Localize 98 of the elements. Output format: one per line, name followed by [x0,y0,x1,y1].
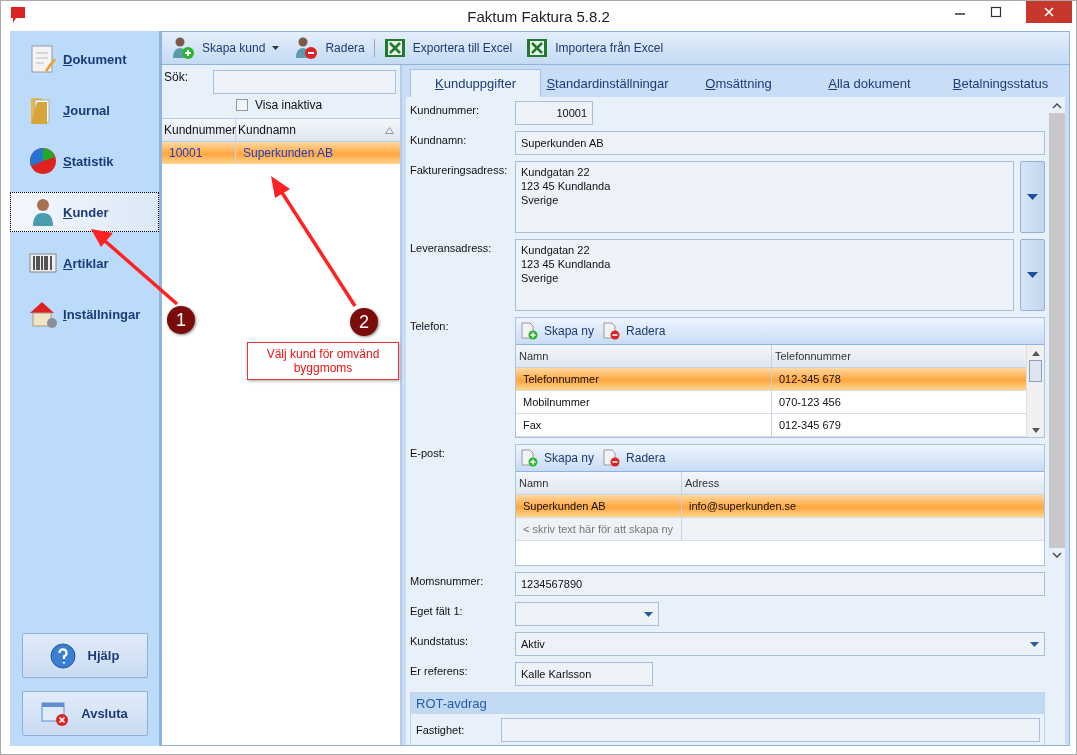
help-button[interactable]: Hjälp [21,633,148,678]
delete-button[interactable]: Radera [602,449,666,467]
tab[interactable]: Standardinställningar [543,70,672,97]
field-label: Kundnamn: [410,133,468,146]
column-header[interactable]: Adress [682,472,1044,494]
input-field[interactable]: 10001 [515,101,593,125]
checkbox-label: Visa inaktiva [255,98,323,112]
field-label: Fastighet: [416,724,466,736]
scroll-up-icon[interactable] [1031,351,1040,356]
delete-button[interactable]: Radera [289,34,370,62]
column-header[interactable]: Kundnummer [162,119,236,141]
spreadsheet-icon [383,38,406,58]
section-title: ROT-avdrag [411,693,1044,714]
table-cell: Superkunden AB [516,495,682,517]
table-cell: Telefonnummer [516,368,772,390]
scrollbar[interactable] [1026,345,1044,437]
scroll-thumb[interactable] [1049,113,1065,548]
excel-button[interactable]: Importera från Excel [521,36,669,60]
spreadsheet-icon [526,38,549,58]
column-header[interactable]: Kundnamn [236,119,400,141]
remove-document-icon [602,449,621,467]
search-field[interactable] [213,70,396,94]
table-row[interactable]: Telefonnummer 012-345 678 [516,368,1026,391]
field-label: Kundnummer: [410,103,481,116]
field-label: Leveransadress: [410,241,493,254]
table-cell-text: info@superkunden.se [688,499,798,514]
field-label: Kundstatus: [410,634,470,647]
close-button[interactable] [1026,1,1072,23]
add-customer-button[interactable]: Skapa kund [166,34,286,62]
input-field[interactable] [501,718,1040,742]
nav-item[interactable]: Dokument [10,39,159,79]
table-row[interactable]: Fax 012-345 679 [516,414,1026,437]
caret-icon [1030,641,1039,647]
help-icon [49,642,76,669]
input-field[interactable]: Kalle Karlsson [515,662,653,686]
add-document-icon [520,322,538,340]
scroll-thumb[interactable] [1029,360,1042,382]
tab[interactable]: Omsättning [674,70,803,97]
scroll-up-icon[interactable] [1052,103,1062,109]
field-label: Eget fält 1: [410,604,464,617]
nav-item[interactable]: Artiklar [10,243,159,283]
column-header[interactable]: Namn [516,345,772,367]
app-logo-icon [11,7,25,23]
tab[interactable]: Kunduppgifter [410,69,541,97]
tab[interactable]: Betalningsstatus [936,70,1065,97]
pie-chart-icon [27,145,59,177]
delete-button[interactable]: Radera [602,322,666,340]
caret-icon [1027,194,1038,200]
address-field[interactable]: Kundgatan 22 123 45 Kundlanda Sverige [515,239,1014,311]
field-label: Telefon: [410,319,450,332]
field-label: Faktureringsadress: [410,163,509,176]
window-close-icon [41,700,70,727]
column-header[interactable]: Namn [516,472,682,494]
add-person-icon [171,36,195,60]
dropdown[interactable]: Aktiv [515,632,1045,656]
checkbox[interactable] [236,99,248,111]
dropdown-button[interactable] [1020,239,1045,311]
table-cell-text: 012-345 678 [778,372,842,387]
close-icon [1043,6,1055,18]
input-field[interactable]: 1234567890 [515,572,1045,596]
tab[interactable]: Alla dokument [805,70,934,97]
column-header[interactable]: Telefonnummer [772,345,1026,367]
add-document-icon [520,449,538,467]
input-field[interactable]: Superkunden AB [515,131,1045,155]
dropdown-button[interactable] [1020,161,1045,233]
caret-icon [1027,272,1038,278]
table-cell: Mobilnummer [516,391,772,413]
exit-button[interactable]: Avsluta [21,691,148,736]
maximize-icon[interactable] [990,6,1002,18]
table-row[interactable]: Mobilnummer 070-123 456 [516,391,1026,414]
window-title: Faktum Faktura 5.8.2 [467,7,610,25]
table-row[interactable]: Superkunden AB info@superkunden.se [516,495,1044,518]
search-label: Sök: [164,70,189,86]
excel-button[interactable]: Exportera till Excel [378,36,518,60]
dropdown[interactable] [515,602,659,626]
remove-document-icon [602,322,621,340]
create-button[interactable]: Skapa ny [520,449,595,467]
caret-icon [644,611,653,617]
nav-item[interactable]: Journal [10,90,159,130]
callout: Välj kund för omvänd byggmoms [247,342,399,380]
address-field[interactable]: Kundgatan 22 123 45 Kundlanda Sverige [515,161,1014,233]
table-cell: 10001 [162,142,236,164]
field-label: Momsnummer: [410,574,485,587]
field-label: Er referens: [410,664,469,677]
nav-item[interactable]: Statistik [10,141,159,181]
scroll-down-icon[interactable] [1052,552,1062,558]
create-button[interactable]: Skapa ny [520,322,595,340]
table-cell-text: Superkunden AB [242,145,335,162]
table-cell-text: 012-345 679 [778,418,842,433]
scroll-down-icon[interactable] [1031,428,1040,433]
field-label: E-post: [410,446,446,459]
nav-item[interactable]: Kunder [10,192,159,232]
customer-row[interactable]: 10001 Superkunden AB [162,142,400,164]
remove-person-icon [294,36,319,60]
table-cell: Fax [516,414,772,436]
nav-item[interactable]: Inställningar [10,294,159,334]
table-cell-text: 070-123 456 [778,395,842,410]
sort-icon [385,126,394,134]
